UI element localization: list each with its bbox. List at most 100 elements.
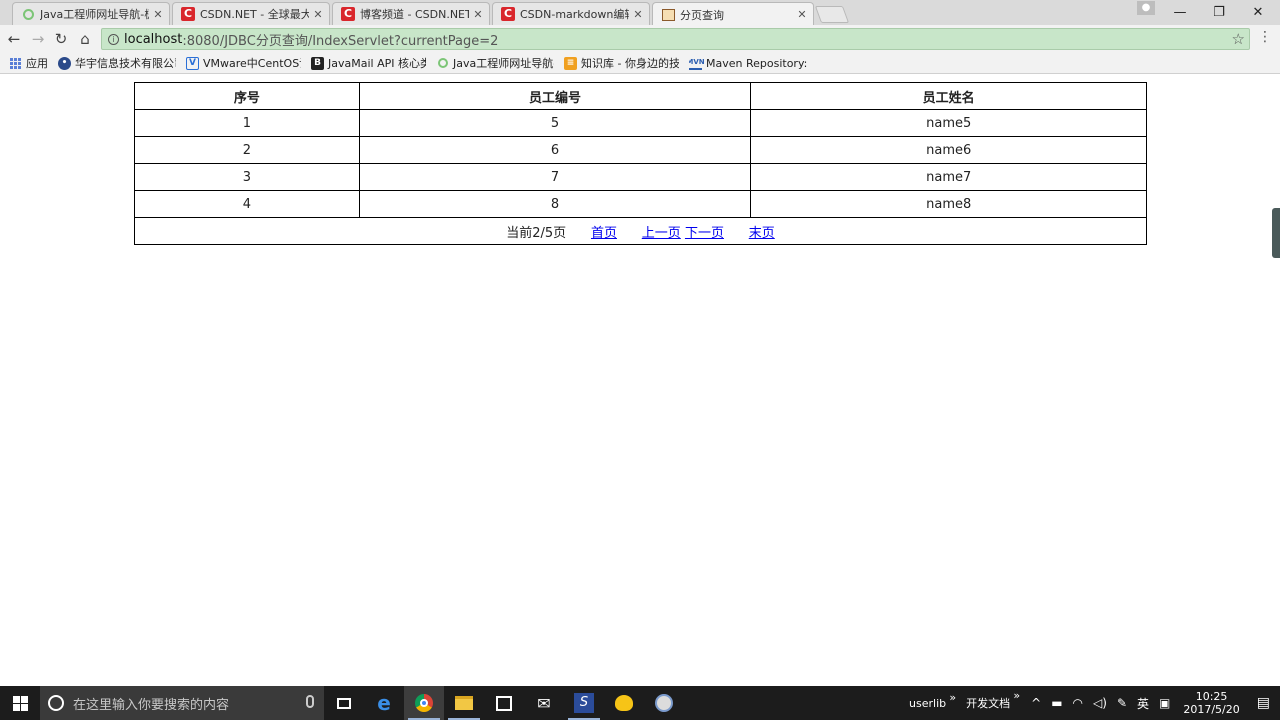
home-icon[interactable]: ⌂ bbox=[75, 29, 95, 49]
bookmark-label: Maven Repository: S bbox=[706, 56, 809, 70]
taskbar-store[interactable] bbox=[484, 686, 524, 720]
toolbar-dev-docs[interactable]: 开发文档 bbox=[966, 689, 1020, 711]
taskbar-clock[interactable]: 10:25 2017/5/20 bbox=[1183, 690, 1239, 716]
cell-employee-name: name6 bbox=[750, 136, 1147, 164]
bookmark-star-icon[interactable]: ☆ bbox=[1232, 30, 1245, 48]
csdn-favicon-icon: C bbox=[501, 7, 515, 21]
pen-icon[interactable]: ✎ bbox=[1117, 696, 1127, 710]
taskbar-eclipse[interactable]: S bbox=[564, 686, 604, 720]
store-bag-icon bbox=[496, 695, 512, 711]
chevron-up-icon[interactable]: ^ bbox=[1031, 696, 1041, 710]
restore-icon[interactable]: ❐ bbox=[1199, 0, 1239, 24]
address-bar[interactable]: i localhost:8080/JDBC分页查询/IndexServlet?c… bbox=[101, 28, 1250, 50]
bookmark-label: VMware中CentOS设 bbox=[203, 57, 301, 70]
cell-index: 2 bbox=[134, 136, 360, 164]
bookmark-label: JavaMail API 核心类 bbox=[328, 57, 426, 70]
csdn-favicon-icon: C bbox=[181, 7, 195, 21]
microphone-icon[interactable] bbox=[306, 695, 314, 708]
table-row: 2 6 name6 bbox=[134, 136, 1147, 164]
tab-markdown[interactable]: C CSDN-markdown编辑器 ✕ bbox=[492, 2, 650, 25]
prev-page-link[interactable]: 上一页 bbox=[642, 226, 681, 241]
clock-date: 2017/5/20 bbox=[1183, 703, 1240, 716]
taskbar-app-tool[interactable] bbox=[644, 686, 684, 720]
window-close-icon[interactable]: ✕ bbox=[1238, 0, 1278, 24]
taskbar-chrome[interactable] bbox=[404, 686, 444, 720]
side-panel-handle[interactable] bbox=[1272, 208, 1280, 258]
browser-menu-icon[interactable]: ⋮ bbox=[1258, 29, 1272, 49]
table-row: 3 7 name7 bbox=[134, 163, 1147, 191]
next-page-link[interactable]: 下一页 bbox=[685, 226, 724, 241]
folder-icon bbox=[455, 696, 473, 710]
task-view-button[interactable] bbox=[324, 686, 364, 720]
bookmarks-bar: 应用 • 华宇信息技术有限公司 V VMware中CentOS设 B JavaM… bbox=[0, 53, 1280, 74]
reload-icon[interactable]: ↻ bbox=[51, 29, 71, 49]
wifi-icon[interactable]: ◠ bbox=[1073, 696, 1083, 710]
start-button[interactable] bbox=[0, 686, 40, 720]
bookmark-apps[interactable]: 应用 bbox=[9, 55, 48, 71]
ime-indicator[interactable]: 英 bbox=[1137, 695, 1149, 712]
battery-icon[interactable]: ▬ bbox=[1051, 696, 1062, 710]
cell-index: 3 bbox=[134, 163, 360, 191]
tab-title: CSDN.NET - 全球最大中 bbox=[200, 8, 309, 21]
taskbar-file-explorer[interactable] bbox=[444, 686, 484, 720]
book-icon: ≡ bbox=[564, 56, 577, 70]
tab-java-nav[interactable]: Java工程师网址导航-极客 ✕ bbox=[12, 2, 170, 25]
ime-settings-icon[interactable]: ▣ bbox=[1159, 696, 1170, 710]
new-tab-button[interactable] bbox=[814, 6, 850, 23]
page-content: 序号 员工编号 员工姓名 1 5 name5 2 6 name6 3 7 nam… bbox=[0, 75, 1280, 686]
tab-blog[interactable]: C 博客频道 - CSDN.NET ✕ bbox=[332, 2, 490, 25]
current-page-text: 当前2/5页 bbox=[506, 225, 567, 241]
first-page-link[interactable]: 首页 bbox=[591, 226, 617, 241]
url-host: localhost bbox=[124, 31, 183, 47]
bookmark-vmware[interactable]: V VMware中CentOS设 bbox=[186, 55, 301, 71]
task-view-icon bbox=[337, 697, 351, 709]
chrome-icon bbox=[415, 694, 433, 712]
taskbar-search-box[interactable]: 在这里输入你要搜索的内容 bbox=[40, 686, 324, 720]
cell-employee-id: 7 bbox=[358, 163, 752, 191]
windows-logo-icon bbox=[12, 695, 28, 711]
clock-time: 10:25 bbox=[1195, 690, 1228, 703]
edge-icon: e bbox=[377, 691, 391, 715]
close-icon[interactable]: ✕ bbox=[633, 8, 643, 21]
ide-icon: S bbox=[574, 693, 594, 713]
tab-title: Java工程师网址导航-极客 bbox=[40, 8, 149, 21]
info-icon[interactable]: i bbox=[108, 33, 119, 45]
tool-icon bbox=[655, 694, 673, 712]
csdn-favicon-icon: C bbox=[341, 7, 355, 21]
forward-arrow-icon[interactable]: → bbox=[28, 29, 48, 49]
bookmark-knowledge[interactable]: ≡ 知识库 - 你身边的技术 bbox=[564, 55, 679, 71]
tab-paging-query[interactable]: 分页查询 ✕ bbox=[652, 2, 814, 26]
toolbar-userlib[interactable]: userlib bbox=[909, 691, 956, 710]
bookmark-java-nav[interactable]: Java工程师网址导航- bbox=[436, 55, 554, 71]
bookmark-label: Java工程师网址导航- bbox=[453, 57, 554, 70]
volume-icon[interactable]: ◁) bbox=[1093, 696, 1107, 710]
mvn-icon: MVN bbox=[689, 57, 705, 70]
table-row: 4 8 name8 bbox=[134, 190, 1147, 218]
cell-employee-name: name8 bbox=[750, 190, 1147, 218]
tab-title: 分页查询 bbox=[680, 8, 724, 22]
cell-employee-name: name7 bbox=[750, 163, 1147, 191]
minimize-icon[interactable]: — bbox=[1160, 0, 1200, 24]
column-header-employee-name: 员工姓名 bbox=[750, 82, 1147, 110]
b-icon: B bbox=[311, 56, 324, 70]
browser-toolbar: ← → ↻ ⌂ i localhost:8080/JDBC分页查询/IndexS… bbox=[0, 25, 1280, 53]
pager-row: 当前2/5页 首页 上一页 下一页 末页 bbox=[134, 217, 1147, 245]
taskbar-mail[interactable]: ✉ bbox=[524, 686, 564, 720]
back-arrow-icon[interactable]: ← bbox=[4, 29, 24, 49]
close-icon[interactable]: ✕ bbox=[313, 8, 323, 21]
notification-icon[interactable]: ▤ bbox=[1257, 695, 1270, 711]
close-icon[interactable]: ✕ bbox=[153, 8, 163, 21]
close-icon[interactable]: ✕ bbox=[473, 8, 483, 21]
last-page-link[interactable]: 末页 bbox=[749, 226, 775, 241]
close-icon[interactable]: ✕ bbox=[797, 8, 807, 21]
taskbar-edge[interactable]: e bbox=[364, 686, 404, 720]
bookmark-javamail[interactable]: B JavaMail API 核心类 bbox=[311, 55, 426, 71]
taskbar-app-yellow[interactable] bbox=[604, 686, 644, 720]
bookmark-huayu[interactable]: • 华宇信息技术有限公司 bbox=[58, 55, 176, 71]
user-profile-icon[interactable]: ● bbox=[1137, 1, 1155, 15]
table-row: 1 5 name5 bbox=[134, 109, 1147, 137]
tab-csdn[interactable]: C CSDN.NET - 全球最大中 ✕ bbox=[172, 2, 330, 25]
bookmark-label: 知识库 - 你身边的技术 bbox=[581, 57, 679, 70]
bookmark-maven[interactable]: MVN Maven Repository: S bbox=[689, 57, 809, 70]
url-path: :8080/JDBC分页查询/IndexServlet?currentPage=… bbox=[182, 33, 499, 49]
